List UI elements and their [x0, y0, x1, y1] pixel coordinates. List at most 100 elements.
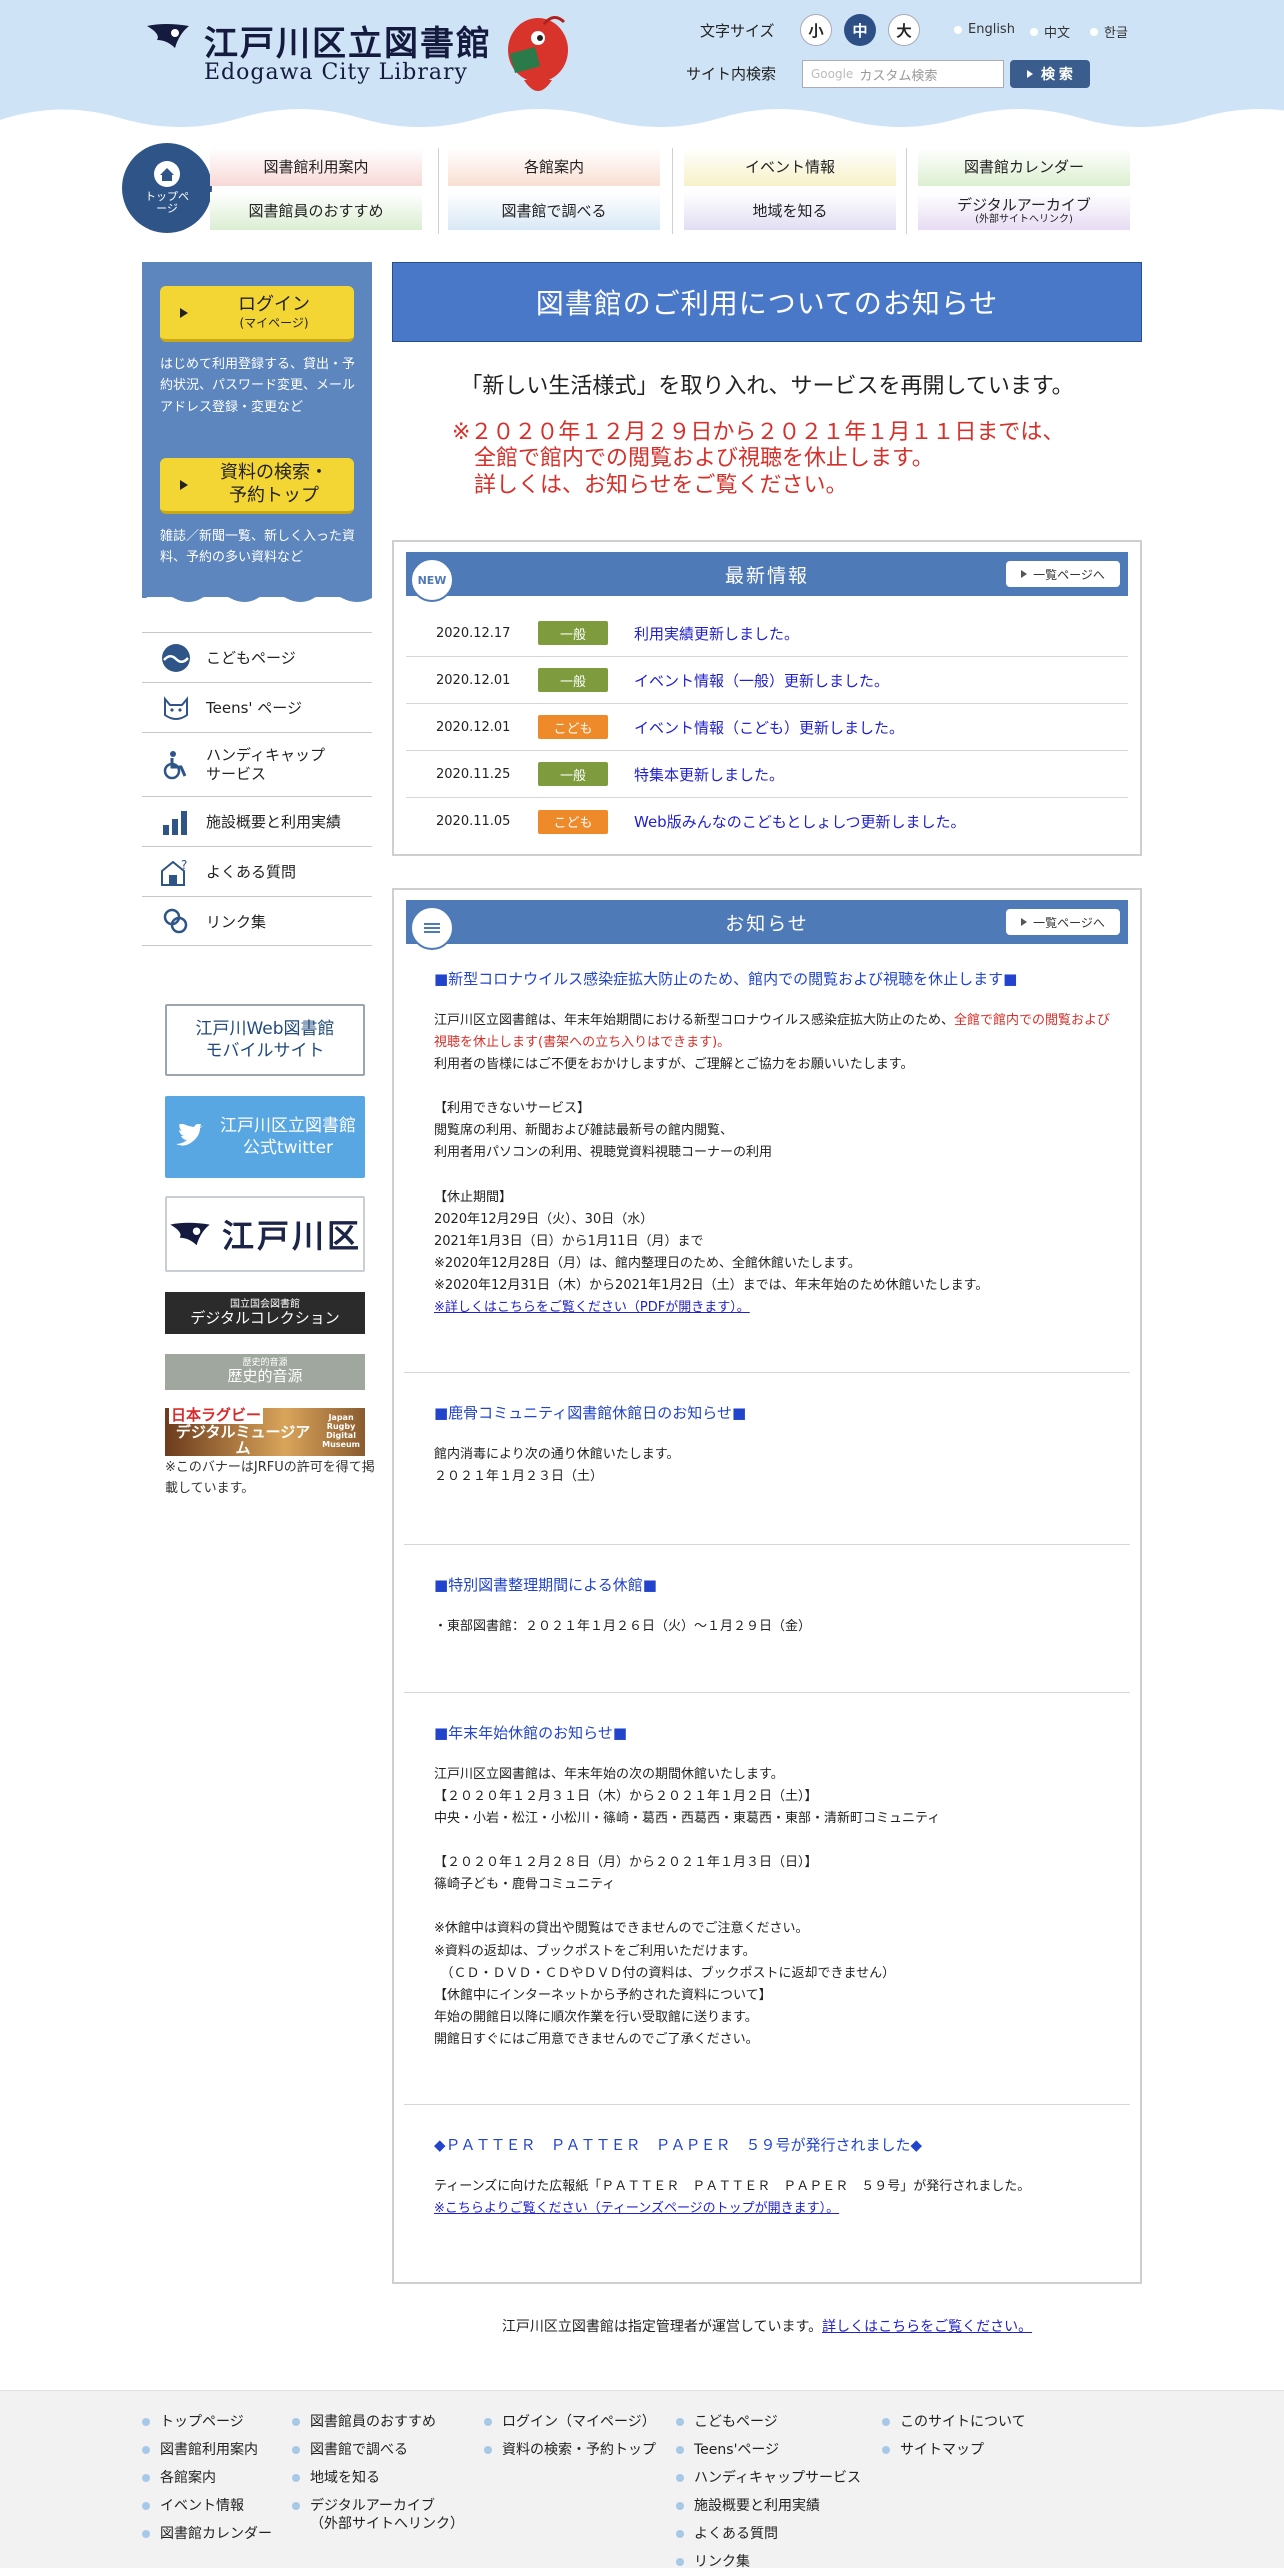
footer-link[interactable]: ハンディキャップサービス [676, 2469, 861, 2497]
footer: トップページ 図書館利用案内 各館案内 イベント情報 図書館カレンダー 図書館員… [0, 2390, 1284, 2568]
footer-link[interactable]: 図書館で調べる [292, 2441, 464, 2469]
footer-link[interactable]: ログイン（マイページ） [484, 2413, 656, 2441]
header: 江戸川区立図書館 Edogawa City Library 文字サイズ 小 中 … [0, 0, 1284, 135]
footer-link[interactable]: 図書館員のおすすめ [292, 2413, 464, 2441]
bullet-icon [292, 2474, 300, 2482]
rugby-museum-banner[interactable]: 日本ラグビー デジタルミュージアム Japan Rugby Digital Mu… [165, 1407, 365, 1457]
bullet-icon [484, 2418, 492, 2426]
announcement-title: ■新型コロナウイルス感染症拡大防止のため、館内での閲覧および視聴を休止します■ [434, 970, 1018, 988]
triangle-icon [1021, 570, 1028, 578]
announcement-body: 江戸川区立図書館は、年末年始の次の期間休館いたします。 【２０２０年１２月３１日… [434, 1767, 941, 2047]
sidebar-item-teens[interactable]: Teens' ページ [142, 682, 372, 732]
sidebar-item-facility[interactable]: 施設概要と利用実績 [142, 796, 372, 846]
divider [404, 1544, 1130, 1545]
footer-link[interactable]: 資料の検索・予約トップ [484, 2441, 656, 2469]
bullet-icon [142, 2446, 150, 2454]
nav-digital-archive[interactable]: デジタルアーカイブ (外部サイトへリンク) [918, 192, 1130, 230]
bullet-icon [1090, 27, 1098, 36]
wave-icon [158, 643, 194, 673]
link-icon [158, 906, 194, 936]
edogawa-logo-icon [170, 1222, 210, 1246]
news-link[interactable]: イベント情報（一般）更新しました。 [634, 670, 889, 691]
nav-research[interactable]: 図書館で調べる [448, 192, 660, 230]
svg-text:?: ? [181, 858, 187, 872]
footer-link[interactable]: 各館案内 [142, 2469, 272, 2497]
bullet-icon [292, 2502, 300, 2510]
divider [404, 2104, 1130, 2105]
announcements-more-button[interactable]: 一覧ページへ [1006, 909, 1120, 935]
login-button[interactable]: ログイン (マイページ) [160, 286, 354, 342]
sidebar-item-faq[interactable]: ? よくある質問 [142, 846, 372, 896]
news-link[interactable]: 特集本更新しました。 [634, 764, 784, 785]
footer-link[interactable]: トップページ [142, 2413, 272, 2441]
nav-library-calendar[interactable]: 図書館カレンダー [918, 148, 1130, 186]
footer-link[interactable]: 地域を知る [292, 2469, 464, 2497]
top-page-label: トップページ [145, 189, 189, 215]
manager-details-link[interactable]: 詳しくはこちらをご覧ください。 [822, 2319, 1032, 2335]
bullet-icon [676, 2418, 684, 2426]
nav-local-area[interactable]: 地域を知る [684, 192, 896, 230]
site-search-input[interactable]: Google カスタム検索 [802, 60, 1004, 88]
font-size-large-button[interactable]: 大 [888, 14, 920, 46]
bullet-icon [676, 2446, 684, 2454]
footer-link[interactable]: Teens'ページ [676, 2441, 861, 2469]
new-badge-icon: NEW [410, 558, 454, 602]
footer-link[interactable]: サイトマップ [882, 2441, 1026, 2469]
teens-page-link[interactable]: ※こちらよりご覧ください（ティーンズページのトップが開きます）。 [434, 2198, 1114, 2220]
global-nav: 図書館利用案内 各館案内 イベント情報 図書館カレンダー 図書館員のおすすめ 図… [210, 148, 1130, 234]
divider [404, 1372, 1130, 1373]
news-link[interactable]: 利用実績更新しました。 [634, 623, 799, 644]
news-row: 2020.11.05 こども Web版みんなのこどもとしょしつ更新しました。 [406, 798, 1128, 845]
top-page-button[interactable]: トップページ [122, 143, 212, 233]
sidebar-item-links[interactable]: リンク集 [142, 896, 372, 946]
historical-recordings-banner[interactable]: 歴史的音源 歴史的音源 [165, 1354, 365, 1390]
edogawa-city-banner[interactable]: 江戸川区 [165, 1196, 365, 1272]
edogawa-logo-icon [147, 24, 189, 48]
web-library-banner[interactable]: 江戸川Web図書館 モバイルサイト [165, 1004, 365, 1076]
category-tag: 一般 [538, 621, 608, 645]
footer-column: このサイトについて サイトマップ [882, 2413, 1026, 2469]
footer-link[interactable]: よくある質問 [676, 2525, 861, 2553]
site-search-button[interactable]: 検 索 [1010, 60, 1090, 88]
footer-link[interactable]: デジタルアーカイブ （外部サイトへリンク） [292, 2497, 464, 2539]
footer-link[interactable]: リンク集 [676, 2553, 861, 2568]
latest-info-more-button[interactable]: 一覧ページへ [1006, 561, 1120, 587]
footer-link[interactable]: 図書館カレンダー [142, 2525, 272, 2553]
lang-english-link[interactable]: English [954, 22, 1015, 37]
footer-link[interactable]: こどもページ [676, 2413, 861, 2441]
twitter-bird-icon [176, 1124, 203, 1146]
sidebar-item-handicap[interactable]: ハンディキャップ サービス [142, 732, 372, 796]
nav-staff-recommend[interactable]: 図書館員のおすすめ [210, 192, 422, 230]
news-row: 2020.11.25 一般 特集本更新しました。 [406, 751, 1128, 798]
ndl-digital-collection-banner[interactable]: 国立国会図書館 デジタルコレクション [165, 1292, 365, 1334]
mascot-fish-icon [508, 16, 568, 91]
nav-branch-guide[interactable]: 各館案内 [448, 148, 660, 186]
footer-link[interactable]: 施設概要と利用実績 [676, 2497, 861, 2525]
catalog-search-button[interactable]: 資料の検索・ 予約トップ [160, 458, 354, 514]
bullet-icon [142, 2530, 150, 2538]
nav-event-info[interactable]: イベント情報 [684, 148, 896, 186]
footer-link[interactable]: イベント情報 [142, 2497, 272, 2525]
footer-link[interactable]: このサイトについて [882, 2413, 1026, 2441]
footer-link[interactable]: 図書館利用案内 [142, 2441, 272, 2469]
login-description: はじめて利用登録する、貸出・予約状況、パスワード変更、メールアドレス登録・変更な… [160, 357, 356, 415]
bullet-icon [484, 2446, 492, 2454]
bullet-icon [292, 2418, 300, 2426]
announcement-body: ティーンズに向けた広報紙「ＰＡＴＴＥＲ ＰＡＴＴＥＲ ＰＡＰＥＲ ５９号」が発行… [434, 2176, 1114, 2220]
sidebar-menu: こどもページ Teens' ページ ハンディキャップ サービス 施設概要と利用実績… [142, 632, 372, 946]
news-link[interactable]: Web版みんなのこどもとしょしつ更新しました。 [634, 811, 966, 832]
site-title[interactable]: 江戸川区立図書館 [204, 16, 492, 65]
news-link[interactable]: イベント情報（こども）更新しました。 [634, 717, 904, 738]
font-size-small-button[interactable]: 小 [800, 14, 832, 46]
lang-korean-link[interactable]: 한글 [1090, 22, 1128, 41]
lang-chinese-link[interactable]: 中文 [1030, 22, 1070, 41]
sidebar-item-kids[interactable]: こどもページ [142, 632, 372, 682]
twitter-banner[interactable]: 江戸川区立図書館 公式twitter [165, 1096, 365, 1178]
bullet-icon [954, 25, 962, 34]
pdf-details-link[interactable]: ※詳しくはこちらをご覧ください（PDFが開きます）。 [434, 1297, 1114, 1319]
font-size-medium-button[interactable]: 中 [844, 14, 876, 46]
bullet-icon [676, 2474, 684, 2482]
divider [404, 1692, 1130, 1693]
notice-warning: ※２０２０年１２月２９日から２０２１年１月１１日までは、 全館で館内での閲覧およ… [452, 420, 1065, 498]
nav-library-guide[interactable]: 図書館利用案内 [210, 148, 422, 186]
